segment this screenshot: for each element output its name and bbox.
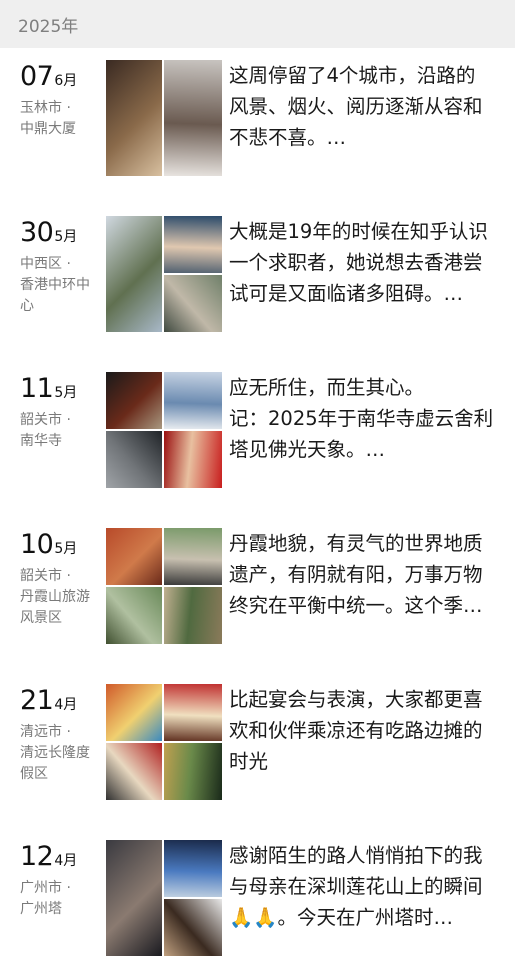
photo-thumbnail-group-photo[interactable] bbox=[164, 216, 222, 273]
entry-date: 115月 bbox=[20, 372, 102, 406]
caption-line: 一个求职者，她说想去香港尝 bbox=[229, 251, 483, 274]
moment-entry[interactable]: 105月韶关市丹霞山旅游风景区 丹霞地貌，有灵气的世界地质遗产，有阴就有阳，万事万… bbox=[0, 528, 515, 648]
entry-location[interactable]: 韶关市南华寺 bbox=[20, 410, 102, 452]
photo-collage[interactable] bbox=[106, 684, 222, 800]
year-label: 2025年 bbox=[18, 16, 79, 37]
caption-line: 不悲不喜。… bbox=[229, 126, 347, 149]
entry-location[interactable]: 韶关市丹霞山旅游风景区 bbox=[20, 566, 102, 629]
entry-location[interactable]: 中西区香港中环中心 bbox=[20, 254, 102, 317]
caption-line: 试可是又面临诸多阻碍。… bbox=[229, 282, 464, 305]
location-place: 清远长隆度假区 bbox=[20, 745, 90, 782]
photo-thumbnail-city-skyline[interactable] bbox=[106, 216, 162, 332]
photo-thumbnail-team-photo[interactable] bbox=[106, 743, 162, 800]
photo-thumbnail-mall-interior[interactable] bbox=[106, 60, 162, 176]
location-city: 广州市 bbox=[20, 878, 102, 899]
caption-line: 与母亲在深圳莲花山上的瞬间 bbox=[229, 875, 483, 898]
entry-date: 214月 bbox=[20, 684, 102, 718]
entry-date: 124月 bbox=[20, 840, 102, 874]
photo-thumbnail-group-hike[interactable] bbox=[164, 528, 222, 585]
photo-collage[interactable] bbox=[106, 528, 222, 644]
photo-thumbnail-canton-tower[interactable] bbox=[164, 840, 222, 897]
entry-caption[interactable]: 比起宴会与表演，大家都更喜 欢和伙伴乘凉还有吃路边摊的 时光 bbox=[229, 684, 505, 777]
entry-location[interactable]: 清远市清远长隆度假区 bbox=[20, 722, 102, 785]
entry-month: 5月 bbox=[54, 229, 78, 245]
photo-collage[interactable] bbox=[106, 60, 222, 176]
photo-thumbnail-wooden-path[interactable] bbox=[164, 587, 222, 644]
location-city: 韶关市 bbox=[20, 410, 102, 431]
photo-collage[interactable] bbox=[106, 840, 222, 956]
photo-thumbnail-calligraphy-blue[interactable] bbox=[164, 372, 222, 429]
entry-date: 105月 bbox=[20, 528, 102, 562]
caption-line: 大概是19年的时候在知乎认识 bbox=[229, 220, 488, 243]
photo-thumbnail-resort-hall[interactable] bbox=[106, 684, 162, 741]
entry-date: 305月 bbox=[20, 216, 102, 250]
entry-location[interactable]: 广州市广州塔 bbox=[20, 878, 102, 920]
photo-thumbnail-photo-grid[interactable] bbox=[164, 899, 222, 956]
photo-thumbnail-red-calligraphy[interactable] bbox=[164, 431, 222, 488]
location-city: 韶关市 bbox=[20, 566, 102, 587]
location-place: 香港中环中心 bbox=[20, 277, 90, 314]
location-city: 中西区 bbox=[20, 254, 102, 275]
entry-day: 07 bbox=[20, 61, 54, 92]
moment-entry[interactable]: 076月玉林市中鼎大厦 这周停留了4个城市，沿路的风景、烟火、阅历逐渐从容和不悲不… bbox=[0, 60, 515, 180]
caption-line: 时光 bbox=[229, 750, 269, 773]
entry-caption[interactable]: 感谢陌生的路人悄悄拍下的我 与母亲在深圳莲花山上的瞬间 🙏🙏。今天在广州塔时… bbox=[229, 840, 505, 933]
moment-entry[interactable]: 124月广州市广州塔 感谢陌生的路人悄悄拍下的我与母亲在深圳莲花山上的瞬间 🙏🙏。今… bbox=[0, 840, 515, 960]
entry-caption[interactable]: 这周停留了4个城市，沿路的 风景、烟火、阅历逐渐从容和 不悲不喜。… bbox=[229, 60, 505, 153]
entry-day: 21 bbox=[20, 685, 54, 716]
entry-caption[interactable]: 丹霞地貌，有灵气的世界地质 遗产，有阴就有阳，万事万物 终究在平衡中统一。这个季… bbox=[229, 528, 505, 621]
entry-date: 076月 bbox=[20, 60, 102, 94]
photo-thumbnail-temple-eaves[interactable] bbox=[106, 372, 162, 429]
caption-line: 欢和伙伴乘凉还有吃路边摊的 bbox=[229, 719, 483, 742]
entry-month: 4月 bbox=[54, 697, 78, 713]
caption-line: 感谢陌生的路人悄悄拍下的我 bbox=[229, 844, 483, 867]
caption-line: 记：2025年于南华寺虚云舍利 bbox=[229, 407, 494, 430]
caption-line: 这周停留了4个城市，沿路的 bbox=[229, 64, 476, 87]
location-place: 广州塔 bbox=[20, 901, 62, 917]
entry-day: 30 bbox=[20, 217, 54, 248]
entry-caption[interactable]: 应无所住，而生其心。记：2025年于南华寺虚云舍利 塔见佛光天象。… bbox=[229, 372, 505, 465]
moment-entry[interactable]: 214月清远市清远长隆度假区 比起宴会与表演，大家都更喜欢和伙伴乘凉还有吃路边摊的… bbox=[0, 684, 515, 804]
year-header: 2025年 bbox=[0, 0, 515, 48]
caption-line: 应无所住，而生其心。 bbox=[229, 376, 425, 399]
location-place: 丹霞山旅游风景区 bbox=[20, 589, 90, 626]
caption-line: 塔见佛光天象。… bbox=[229, 438, 386, 461]
entry-day: 10 bbox=[20, 529, 54, 560]
photo-collage[interactable] bbox=[106, 372, 222, 488]
caption-line: 比起宴会与表演，大家都更喜 bbox=[229, 688, 483, 711]
entry-caption[interactable]: 大概是19年的时候在知乎认识 一个求职者，她说想去香港尝 试可是又面临诸多阻碍。… bbox=[229, 216, 505, 309]
entry-month: 6月 bbox=[54, 73, 78, 89]
entry-day: 11 bbox=[20, 373, 54, 404]
moment-entry[interactable]: 305月中西区香港中环中心 大概是19年的时候在知乎认识一个求职者，她说想去香港尝… bbox=[0, 216, 515, 336]
entry-month: 5月 bbox=[54, 541, 78, 557]
photo-collage[interactable] bbox=[106, 216, 222, 332]
location-place: 南华寺 bbox=[20, 433, 62, 449]
entry-day: 12 bbox=[20, 841, 54, 872]
photo-thumbnail-street-view[interactable] bbox=[164, 275, 222, 332]
caption-line: 丹霞地貌，有灵气的世界地质 bbox=[229, 532, 483, 555]
caption-line: 终究在平衡中统一。这个季… bbox=[229, 594, 483, 617]
location-city: 清远市 bbox=[20, 722, 102, 743]
location-city: 玉林市 bbox=[20, 98, 102, 119]
photo-thumbnail-red-cliff[interactable] bbox=[106, 528, 162, 585]
photo-thumbnail-atrium-stairs[interactable] bbox=[164, 60, 222, 176]
moment-entry[interactable]: 115月韶关市南华寺 应无所住，而生其心。记：2025年于南华寺虚云舍利塔见佛光天… bbox=[0, 372, 515, 492]
photo-thumbnail-night-sky[interactable] bbox=[106, 431, 162, 488]
entry-month: 5月 bbox=[54, 385, 78, 401]
photo-thumbnail-banquet-stage[interactable] bbox=[164, 684, 222, 741]
photo-thumbnail-dusk-silhouettes[interactable] bbox=[106, 840, 162, 956]
photo-thumbnail-mountain-view[interactable] bbox=[106, 587, 162, 644]
caption-line: 遗产，有阴就有阳，万事万物 bbox=[229, 563, 483, 586]
caption-line: 风景、烟火、阅历逐渐从容和 bbox=[229, 95, 483, 118]
entry-month: 4月 bbox=[54, 853, 78, 869]
entry-location[interactable]: 玉林市中鼎大厦 bbox=[20, 98, 102, 140]
photo-thumbnail-night-market[interactable] bbox=[164, 743, 222, 800]
caption-line: 🙏🙏。今天在广州塔时… bbox=[229, 906, 454, 929]
location-place: 中鼎大厦 bbox=[20, 121, 76, 137]
